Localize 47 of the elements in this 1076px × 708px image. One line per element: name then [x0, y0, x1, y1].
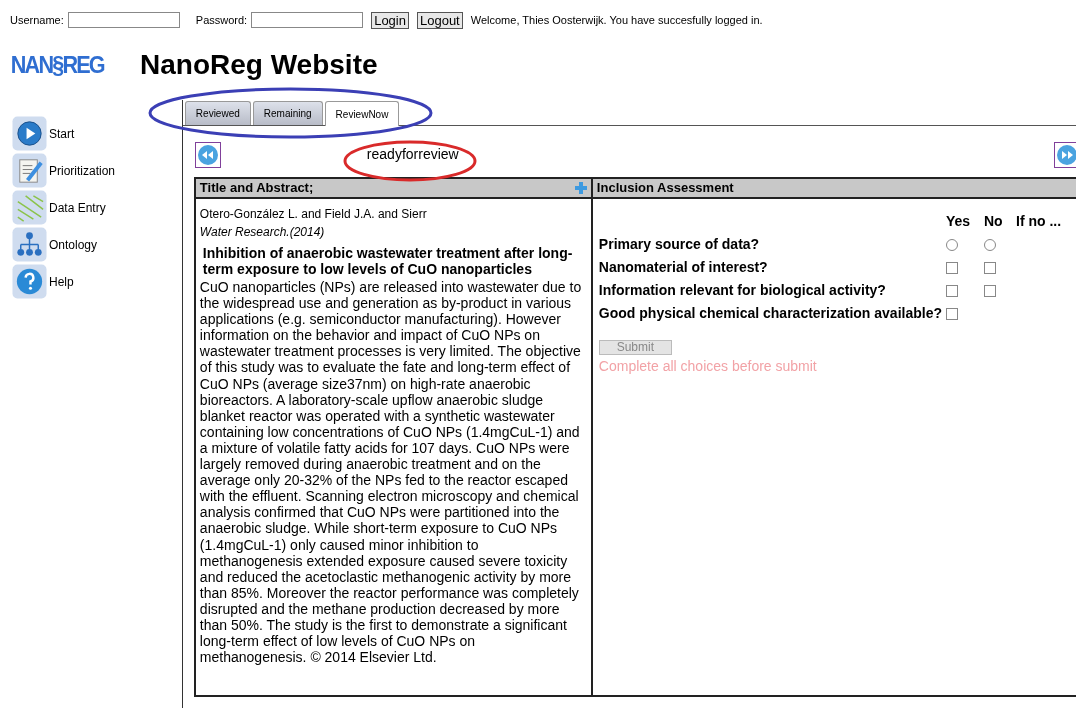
column-header: Yes: [946, 212, 972, 231]
sidebar-link[interactable]: Start: [49, 124, 75, 143]
question-label: Nanomaterial of interest?: [598, 258, 769, 277]
authors-text: Otero-González L. and Field J.A. and Sierr: [199, 206, 428, 223]
hierarchy-icon[interactable]: [12, 227, 47, 262]
tab[interactable]: Remaining: [252, 101, 323, 125]
column-header: If no ...: [1016, 212, 1063, 231]
help-icon[interactable]: [12, 264, 47, 299]
site-title: NanoReg Website: [140, 48, 378, 82]
sidebar-link[interactable]: Help: [49, 272, 74, 291]
play-icon[interactable]: [12, 116, 47, 151]
login-button[interactable]: Login: [371, 11, 409, 29]
checkbox[interactable]: [946, 261, 958, 274]
logout-button[interactable]: Logout: [416, 11, 463, 29]
previous-button[interactable]: [194, 141, 221, 168]
sidebar-link[interactable]: Data Entry: [49, 198, 106, 217]
next-button[interactable]: [1054, 141, 1076, 168]
document-icon[interactable]: [12, 153, 47, 188]
username-field[interactable]: [67, 12, 180, 28]
password-field[interactable]: [251, 12, 364, 28]
sidebar-link[interactable]: Prioritization: [49, 161, 116, 180]
logo: NAN§REG: [9, 50, 106, 80]
welcome-message: Welcome, Thies Oosterwijk. You have succesfully logged in.: [470, 12, 763, 28]
abstract-text: CuO nanoparticles (NPs) are released into wastewater due to the widespread use and generation as by-product in various applications (e.g. semiconductor manufacturing). However information on the behavior and impact of CuO NPs on wastewater treatment processes is very limited. The objective of this study was to evaluate the fate and long-term effect of CuO NPs (average size37nm) on high-rate anaerobic bioreactors. A laboratory-scale upflow anaerobic sludge blanket reactor was operated with a synthetic wastewater containing low concentrations of CuO NPs (1.4mgCuL-1) and a mixture of volatile fatty acids for 107 days. CuO NPs were largely removed during anaerobic treatment and on the average only 20-32% of the NPs fed to the reactor escaped with the effluent. Scanning electron microscopy and chemical analysis confirmed that CuO NPs were partitioned into the anaerobic sludge. While short-term exposure to CuO NPs (1.4mgCuL-1) only caused minor inhibition to methanogenesis extended exposure caused severe toxicity and reduced the acetoclastic methanogenic activity by more than 85%. Moreover the reactor performance was completely disrupted and the methane production decreased by more than 50%. The study is the first to demonstrate a significant long-term effect of low levels of CuO NPs on methanogenesis. © 2014 Elsevier Ltd.: [199, 279, 583, 666]
tab[interactable]: Reviewed: [184, 101, 251, 125]
column-header: No: [984, 212, 1004, 231]
article-title: Inhibition of anaerobic wastewater treatment after long-term exposure to low levels of CuO nanoparticles: [202, 245, 574, 277]
radio-button[interactable]: [946, 238, 958, 251]
sidebar-link[interactable]: Ontology: [49, 235, 98, 254]
checkbox[interactable]: [984, 261, 996, 274]
grid-icon[interactable]: [12, 190, 47, 225]
field-label: Username:: [10, 12, 64, 28]
question-label: Information relevant for biological activity?: [598, 281, 887, 300]
tab[interactable]: ReviewNow: [324, 101, 400, 126]
header-title: Inclusion Assessment: [596, 179, 734, 198]
question-label: Good physical chemical characterization available?: [598, 304, 943, 323]
warning-message: Complete all choices before submit: [598, 357, 818, 376]
checkbox[interactable]: [946, 284, 958, 297]
radio-button[interactable]: [984, 238, 996, 251]
journal-text: Water Research.(2014): [199, 224, 326, 241]
status-label: readyforreview: [366, 145, 459, 164]
expand-icon[interactable]: [574, 182, 587, 194]
field-label: Password:: [195, 12, 248, 28]
question-label: Primary source of data?: [598, 235, 761, 254]
checkbox[interactable]: [984, 284, 996, 297]
header-title: Title and Abstract;: [199, 179, 314, 198]
checkbox[interactable]: [946, 307, 958, 320]
